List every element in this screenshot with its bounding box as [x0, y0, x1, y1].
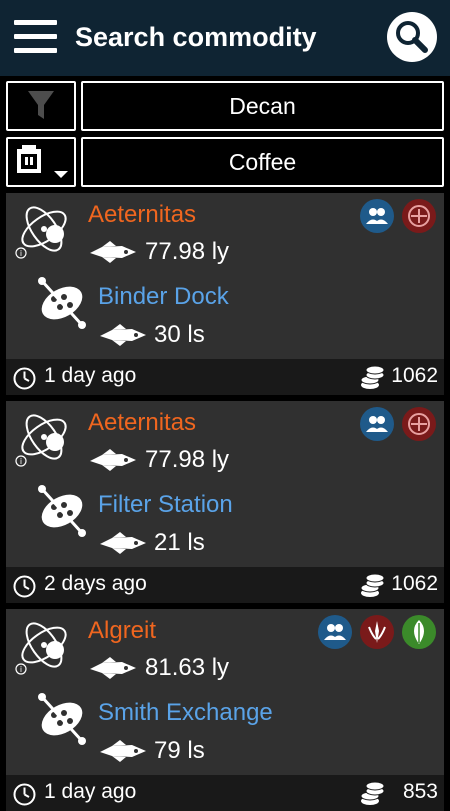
system-name[interactable]: Aeternitas — [88, 409, 196, 437]
clock-icon — [13, 783, 36, 806]
station-distance: 30 ls — [154, 321, 205, 348]
system-distance: 77.98 ly — [145, 446, 230, 473]
svg-text:i: i — [20, 457, 22, 466]
page-title: Search commodity — [75, 22, 317, 52]
system-distance: 81.63 ly — [145, 654, 230, 681]
station-distance: 79 ls — [154, 737, 205, 764]
system-name[interactable]: Algreit — [88, 617, 156, 645]
station-name[interactable]: Binder Dock — [98, 283, 229, 311]
funnel-filter-icon — [28, 91, 54, 119]
station-name[interactable]: Filter Station — [98, 491, 233, 519]
hamburger-menu-icon[interactable] — [14, 20, 58, 54]
coins-icon — [360, 365, 385, 389]
card-footer: 1 day ago 1062 — [6, 359, 444, 395]
ship-icon — [90, 241, 136, 263]
app-bar: Search commodity — [0, 0, 450, 76]
leaf-icon — [402, 615, 436, 649]
result-card[interactable]: i Algreit 81.63 ly Smith Exchange 79 ls … — [6, 609, 444, 811]
price: 1062 — [391, 572, 438, 595]
card-footer: 1 day ago 853 — [6, 775, 444, 811]
station-name[interactable]: Smith Exchange — [98, 699, 273, 727]
system-orbit-icon: i — [15, 206, 67, 259]
ship-icon — [90, 657, 136, 679]
system-orbit-icon: i — [15, 622, 67, 675]
empire-emblem-icon — [402, 199, 436, 233]
ship-icon — [90, 449, 136, 471]
price: 853 — [402, 780, 438, 803]
cargo-box-dropdown-icon — [17, 145, 68, 178]
result-card[interactable]: i Aeternitas 77.98 ly Binder Dock 30 ls … — [6, 193, 444, 395]
federation-emblem-icon — [360, 615, 394, 649]
system-input[interactable]: Decan — [81, 81, 444, 131]
coins-icon — [360, 573, 385, 597]
system-filter-button[interactable] — [6, 81, 76, 131]
ship-icon — [100, 324, 146, 346]
people-icon — [318, 615, 352, 649]
coins-icon — [360, 781, 385, 805]
clock-icon — [13, 575, 36, 598]
system-distance: 77.98 ly — [145, 238, 230, 265]
updated-time: 2 days ago — [44, 572, 147, 595]
commodity-input[interactable]: Coffee — [81, 137, 444, 187]
ship-icon — [100, 532, 146, 554]
svg-text:i: i — [20, 665, 22, 674]
station-icon — [38, 277, 86, 329]
station-icon — [38, 485, 86, 537]
system-orbit-icon: i — [15, 414, 67, 467]
commodity-filter-row: Coffee — [6, 137, 444, 187]
commodity-dropdown-button[interactable] — [6, 137, 76, 187]
station-icon — [38, 693, 86, 745]
search-button[interactable] — [387, 12, 437, 62]
ship-icon — [100, 740, 146, 762]
system-name[interactable]: Aeternitas — [88, 201, 196, 229]
result-card[interactable]: i Aeternitas 77.98 ly Filter Station 21 … — [6, 401, 444, 603]
clock-icon — [13, 367, 36, 390]
updated-time: 1 day ago — [44, 364, 137, 387]
price: 1062 — [391, 364, 438, 387]
updated-time: 1 day ago — [44, 780, 137, 803]
system-filter-row: Decan — [6, 81, 444, 131]
people-icon — [360, 407, 394, 441]
svg-text:i: i — [20, 249, 22, 258]
empire-emblem-icon — [402, 407, 436, 441]
people-icon — [360, 199, 394, 233]
station-distance: 21 ls — [154, 529, 205, 556]
card-footer: 2 days ago 1062 — [6, 567, 444, 603]
search-icon — [396, 21, 428, 53]
